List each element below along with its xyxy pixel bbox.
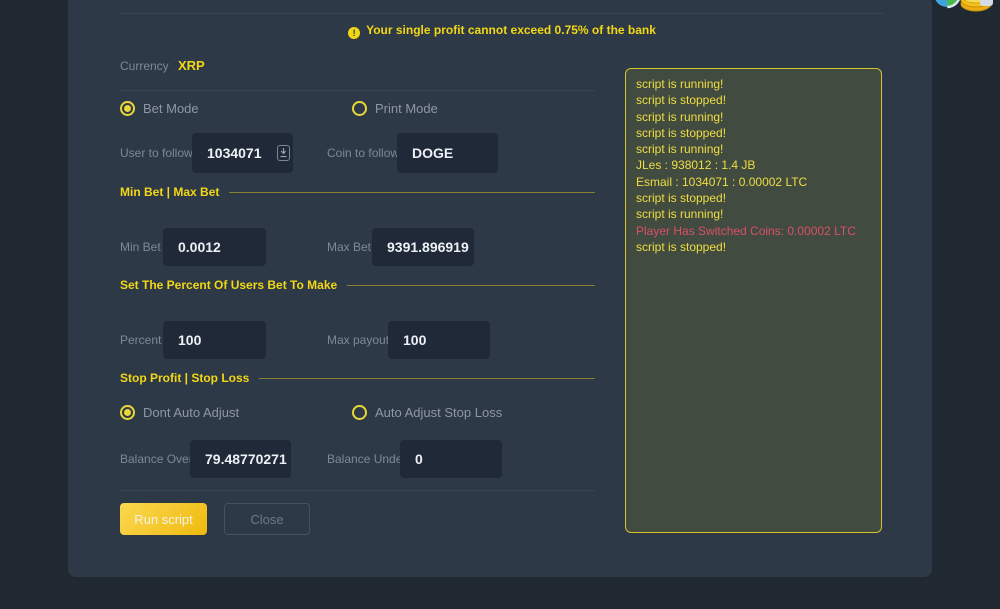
log-line: script is running!	[636, 76, 871, 92]
number-stepper-icon[interactable]	[277, 145, 290, 161]
header-pill	[980, 0, 993, 6]
radio-dont-auto-adjust[interactable]: Dont Auto Adjust	[120, 405, 239, 420]
radio-icon	[120, 405, 135, 420]
max-bet-label: Max Bet	[327, 228, 371, 266]
close-button[interactable]: Close	[224, 503, 310, 535]
balance-under-label: Balance Under	[327, 440, 406, 478]
radio-icon	[352, 405, 367, 420]
log-line: JLes : 938012 : 1.4 JB	[636, 157, 871, 173]
log-line: script is stopped!	[636, 125, 871, 141]
radio-label: Auto Adjust Stop Loss	[375, 405, 502, 420]
radio-bet-mode[interactable]: Bet Mode	[120, 101, 199, 116]
divider	[120, 13, 884, 14]
profit-limit-banner: ! Your single profit cannot exceed 0.75% …	[120, 23, 884, 39]
section-header-bet-limits: Min Bet | Max Bet	[120, 185, 595, 199]
radio-auto-adjust-stop-loss[interactable]: Auto Adjust Stop Loss	[352, 405, 502, 420]
banner-text: Your single profit cannot exceed 0.75% o…	[366, 23, 656, 37]
run-script-button[interactable]: Run script	[120, 503, 207, 535]
section-line	[347, 285, 595, 286]
max-payout-label: Max payout	[327, 321, 389, 359]
log-line: script is running!	[636, 141, 871, 157]
section-title: Stop Profit | Stop Loss	[120, 371, 249, 385]
balance-over-input[interactable]	[190, 440, 291, 478]
script-log-panel[interactable]: script is running!script is stopped!scri…	[625, 68, 882, 533]
balance-under-input[interactable]	[400, 440, 502, 478]
radio-label: Bet Mode	[143, 101, 199, 116]
section-header-percent: Set The Percent Of Users Bet To Make	[120, 278, 595, 292]
radio-icon	[352, 101, 367, 116]
section-header-stop: Stop Profit | Stop Loss	[120, 371, 595, 385]
max-bet-input[interactable]	[372, 228, 474, 266]
section-line	[229, 192, 595, 193]
balance-over-label: Balance Over	[120, 440, 193, 478]
radio-icon	[120, 101, 135, 116]
section-title: Set The Percent Of Users Bet To Make	[120, 278, 337, 292]
currency-value[interactable]: XRP	[178, 58, 205, 74]
log-line: script is running!	[636, 206, 871, 222]
log-line: script is stopped!	[636, 92, 871, 108]
log-line: script is stopped!	[636, 190, 871, 206]
log-line: Esmail : 1034071 : 0.00002 LTC	[636, 174, 871, 190]
max-payout-input[interactable]	[388, 321, 490, 359]
log-line: Player Has Switched Coins: 0.00002 LTC	[636, 223, 871, 239]
radio-print-mode[interactable]: Print Mode	[352, 101, 438, 116]
page: ! Your single profit cannot exceed 0.75% …	[0, 0, 1000, 609]
min-bet-input[interactable]	[163, 228, 266, 266]
log-line: script is stopped!	[636, 239, 871, 255]
min-bet-label: Min Bet	[120, 228, 161, 266]
percent-label: Percent	[120, 321, 161, 359]
currency-label: Currency	[120, 58, 169, 74]
coin-to-follow-label: Coin to follow	[327, 133, 399, 173]
coin-to-follow-input[interactable]	[397, 133, 498, 173]
divider	[120, 490, 595, 491]
user-to-follow-label: User to follow	[120, 133, 193, 173]
script-settings-dialog: ! Your single profit cannot exceed 0.75% …	[68, 0, 932, 577]
divider	[120, 90, 595, 91]
log-line: script is running!	[636, 109, 871, 125]
radio-label: Dont Auto Adjust	[143, 405, 239, 420]
section-line	[259, 378, 595, 379]
info-icon: !	[348, 27, 360, 39]
section-title: Min Bet | Max Bet	[120, 185, 219, 199]
radio-label: Print Mode	[375, 101, 438, 116]
percent-input[interactable]	[163, 321, 266, 359]
